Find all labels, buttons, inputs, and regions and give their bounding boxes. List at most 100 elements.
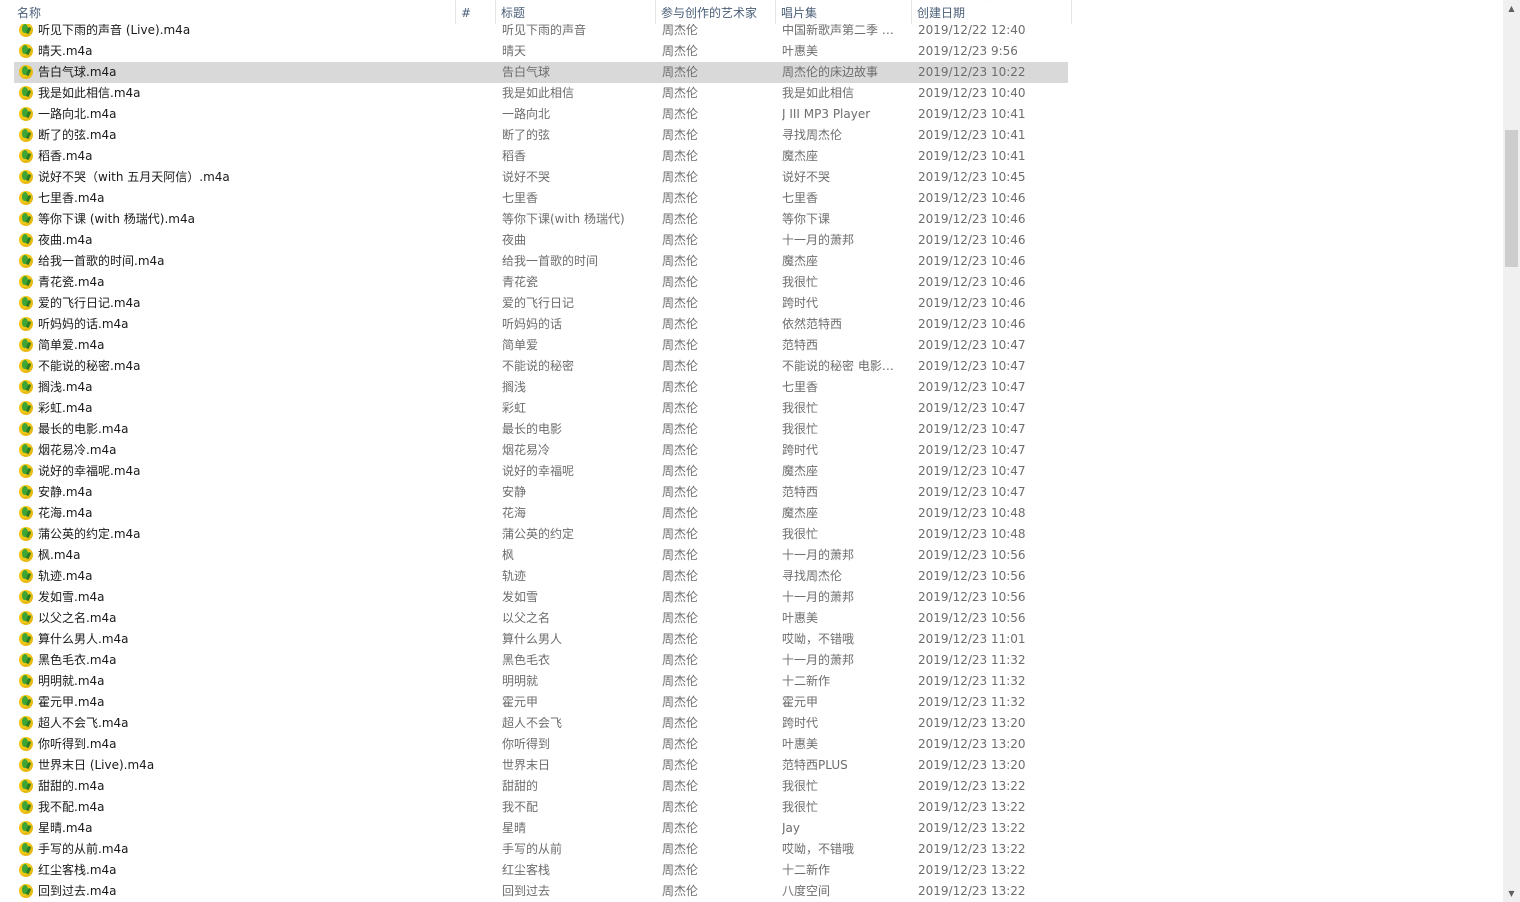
table-row[interactable]: 给我一首歌的时间.m4a 给我一首歌的时间 周杰伦 魔杰座 2019/12/23 10:…	[14, 251, 1068, 272]
album-cell: 我很忙	[782, 527, 819, 541]
table-row[interactable]: 简单爱.m4a 简单爱 周杰伦 范特西 2019/12/23 10:47	[14, 335, 1068, 356]
file-name-cell: 说好的幸福呢.m4a	[38, 464, 141, 478]
table-row[interactable]: 你听得到.m4a 你听得到 周杰伦 叶惠美 2019/12/23 13:20	[14, 734, 1068, 755]
file-name-cell: 超人不会飞.m4a	[38, 716, 129, 730]
table-row[interactable]: 说好的幸福呢.m4a 说好的幸福呢 周杰伦 魔杰座 2019/12/23 10:47	[14, 461, 1068, 482]
table-row[interactable]: 夜曲.m4a 夜曲 周杰伦 十一月的萧邦 2019/12/23 10:46	[14, 230, 1068, 251]
artist-cell: 周杰伦	[662, 65, 699, 79]
column-header-name[interactable]: 名称	[12, 0, 456, 24]
column-header-title[interactable]: 标题	[496, 0, 656, 24]
vertical-scrollbar[interactable]: ▲ ▼	[1503, 0, 1520, 902]
scroll-up-icon[interactable]: ▲	[1503, 0, 1520, 17]
table-row[interactable]: 轨迹.m4a 轨迹 周杰伦 寻找周杰伦 2019/12/23 10:56	[14, 566, 1068, 587]
table-row[interactable]: 稻香.m4a 稻香 周杰伦 魔杰座 2019/12/23 10:41	[14, 146, 1068, 167]
table-row[interactable]: 爱的飞行日记.m4a 爱的飞行日记 周杰伦 跨时代 2019/12/23 10:46	[14, 293, 1068, 314]
title-cell: 不能说的秘密	[502, 359, 575, 373]
table-row[interactable]: 断了的弦.m4a 断了的弦 周杰伦 寻找周杰伦 2019/12/23 10:41	[14, 125, 1068, 146]
album-cell: 说好不哭	[782, 170, 831, 184]
table-row[interactable]: 我是如此相信.m4a 我是如此相信 周杰伦 我是如此相信 2019/12/23 10:4…	[14, 83, 1068, 104]
music-file-icon	[19, 23, 33, 37]
file-name-cell: 霍元甲.m4a	[38, 695, 105, 709]
table-row[interactable]: 彩虹.m4a 彩虹 周杰伦 我很忙 2019/12/23 10:47	[14, 398, 1068, 419]
file-name-cell: 蒲公英的约定.m4a	[38, 527, 141, 541]
artist-cell: 周杰伦	[662, 527, 699, 541]
table-row[interactable]: 告白气球.m4a 告白气球 周杰伦 周杰伦的床边故事 2019/12/23 10:22	[14, 62, 1068, 83]
column-name-label: 名称	[17, 6, 42, 20]
column-header: 名称 # 标题 参与创作的艺术家 唱片集 创建日期 ⌃	[0, 0, 1072, 24]
file-name-cell: 明明就.m4a	[38, 674, 105, 688]
created-date-cell: 2019/12/23 10:41	[918, 128, 1026, 142]
artist-cell: 周杰伦	[662, 359, 699, 373]
table-row[interactable]: 搁浅.m4a 搁浅 周杰伦 七里香 2019/12/23 10:47	[14, 377, 1068, 398]
music-file-icon	[19, 338, 33, 352]
file-name-cell: 枫.m4a	[38, 548, 81, 562]
table-row[interactable]: 以父之名.m4a 以父之名 周杰伦 叶惠美 2019/12/23 10:56	[14, 608, 1068, 629]
table-row[interactable]: 超人不会飞.m4a 超人不会飞 周杰伦 跨时代 2019/12/23 13:20	[14, 713, 1068, 734]
scroll-down-icon[interactable]: ▼	[1503, 885, 1520, 902]
table-row[interactable]: 黑色毛衣.m4a 黑色毛衣 周杰伦 十一月的萧邦 2019/12/23 11:32	[14, 650, 1068, 671]
artist-cell: 周杰伦	[662, 107, 699, 121]
title-cell: 超人不会飞	[502, 716, 563, 730]
table-row[interactable]: 甜甜的.m4a 甜甜的 周杰伦 我很忙 2019/12/23 13:22	[14, 776, 1068, 797]
table-row[interactable]: 七里香.m4a 七里香 周杰伦 七里香 2019/12/23 10:46	[14, 188, 1068, 209]
table-row[interactable]: 晴天.m4a 晴天 周杰伦 叶惠美 2019/12/23 9:56	[14, 41, 1068, 62]
table-row[interactable]: 等你下课 (with 杨瑞代).m4a 等你下课(with 杨瑞代) 周杰伦 等你下课…	[14, 209, 1068, 230]
table-row[interactable]: 发如雪.m4a 发如雪 周杰伦 十一月的萧邦 2019/12/23 10:56	[14, 587, 1068, 608]
table-row[interactable]: 安静.m4a 安静 周杰伦 范特西 2019/12/23 10:47	[14, 482, 1068, 503]
table-row[interactable]: 枫.m4a 枫 周杰伦 十一月的萧邦 2019/12/23 10:56	[14, 545, 1068, 566]
table-row[interactable]: 手写的从前.m4a 手写的从前 周杰伦 哎呦，不错哦 2019/12/23 13:22	[14, 839, 1068, 860]
column-header-number[interactable]: #	[456, 0, 496, 24]
title-cell: 夜曲	[502, 233, 527, 247]
created-date-cell: 2019/12/23 10:46	[918, 254, 1026, 268]
title-cell: 蒲公英的约定	[502, 527, 575, 541]
music-file-icon	[19, 863, 33, 877]
music-file-icon	[19, 317, 33, 331]
table-row[interactable]: 说好不哭（with 五月天阿信）.m4a 说好不哭 周杰伦 说好不哭 2019/12/2…	[14, 167, 1068, 188]
table-row[interactable]: 最长的电影.m4a 最长的电影 周杰伦 我很忙 2019/12/23 10:47	[14, 419, 1068, 440]
table-row[interactable]: 蒲公英的约定.m4a 蒲公英的约定 周杰伦 我很忙 2019/12/23 10:48	[14, 524, 1068, 545]
table-row[interactable]: 红尘客栈.m4a 红尘客栈 周杰伦 十二新作 2019/12/23 13:22	[14, 860, 1068, 881]
album-cell: 我很忙	[782, 401, 819, 415]
column-header-artists[interactable]: 参与创作的艺术家	[656, 0, 776, 24]
music-file-icon	[19, 758, 33, 772]
column-artists-label: 参与创作的艺术家	[661, 6, 758, 20]
table-row[interactable]: 听妈妈的话.m4a 听妈妈的话 周杰伦 依然范特西 2019/12/23 10:46	[14, 314, 1068, 335]
column-header-album[interactable]: 唱片集	[776, 0, 912, 24]
title-cell: 稻香	[502, 149, 527, 163]
artist-cell: 周杰伦	[662, 44, 699, 58]
title-cell: 黑色毛衣	[502, 653, 551, 667]
table-row[interactable]: 明明就.m4a 明明就 周杰伦 十二新作 2019/12/23 11:32	[14, 671, 1068, 692]
table-row[interactable]: 一路向北.m4a 一路向北 周杰伦 J III MP3 Player 2019/12/2…	[14, 104, 1068, 125]
table-row[interactable]: 世界末日 (Live).m4a 世界末日 周杰伦 范特西PLUS 2019/12/23 …	[14, 755, 1068, 776]
created-date-cell: 2019/12/23 10:22	[918, 65, 1026, 79]
file-name-cell: 爱的飞行日记.m4a	[38, 296, 141, 310]
column-title-label: 标题	[501, 6, 526, 20]
table-row[interactable]: 青花瓷.m4a 青花瓷 周杰伦 我很忙 2019/12/23 10:46	[14, 272, 1068, 293]
artist-cell: 周杰伦	[662, 380, 699, 394]
album-cell: 十一月的萧邦	[782, 548, 855, 562]
table-row[interactable]: 烟花易冷.m4a 烟花易冷 周杰伦 跨时代 2019/12/23 10:47	[14, 440, 1068, 461]
created-date-cell: 2019/12/23 13:22	[918, 821, 1026, 835]
title-cell: 星晴	[502, 821, 527, 835]
artist-cell: 周杰伦	[662, 233, 699, 247]
created-date-cell: 2019/12/23 10:47	[918, 401, 1026, 415]
music-file-icon	[19, 233, 33, 247]
file-name-cell: 以父之名.m4a	[38, 611, 117, 625]
table-row[interactable]: 不能说的秘密.m4a 不能说的秘密 周杰伦 不能说的秘密 电影原... 2019/12/…	[14, 356, 1068, 377]
column-number-label: #	[461, 6, 472, 20]
table-row[interactable]: 算什么男人.m4a 算什么男人 周杰伦 哎呦，不错哦 2019/12/23 11:01	[14, 629, 1068, 650]
music-file-icon	[19, 149, 33, 163]
table-row[interactable]: 星晴.m4a 星晴 周杰伦 Jay 2019/12/23 13:22	[14, 818, 1068, 839]
music-file-icon	[19, 548, 33, 562]
table-row[interactable]: 回到过去.m4a 回到过去 周杰伦 八度空间 2019/12/23 13:22	[14, 881, 1068, 902]
music-file-icon	[19, 674, 33, 688]
artist-cell: 周杰伦	[662, 779, 699, 793]
table-row[interactable]: 花海.m4a 花海 周杰伦 魔杰座 2019/12/23 10:48	[14, 503, 1068, 524]
title-cell: 彩虹	[502, 401, 527, 415]
table-row[interactable]: 霍元甲.m4a 霍元甲 周杰伦 霍元甲 2019/12/23 11:32	[14, 692, 1068, 713]
scrollbar-thumb[interactable]	[1505, 130, 1518, 267]
table-row[interactable]: 我不配.m4a 我不配 周杰伦 我很忙 2019/12/23 13:22	[14, 797, 1068, 818]
title-cell: 以父之名	[502, 611, 551, 625]
title-cell: 说好不哭	[502, 170, 551, 184]
created-date-cell: 2019/12/23 10:46	[918, 212, 1026, 226]
